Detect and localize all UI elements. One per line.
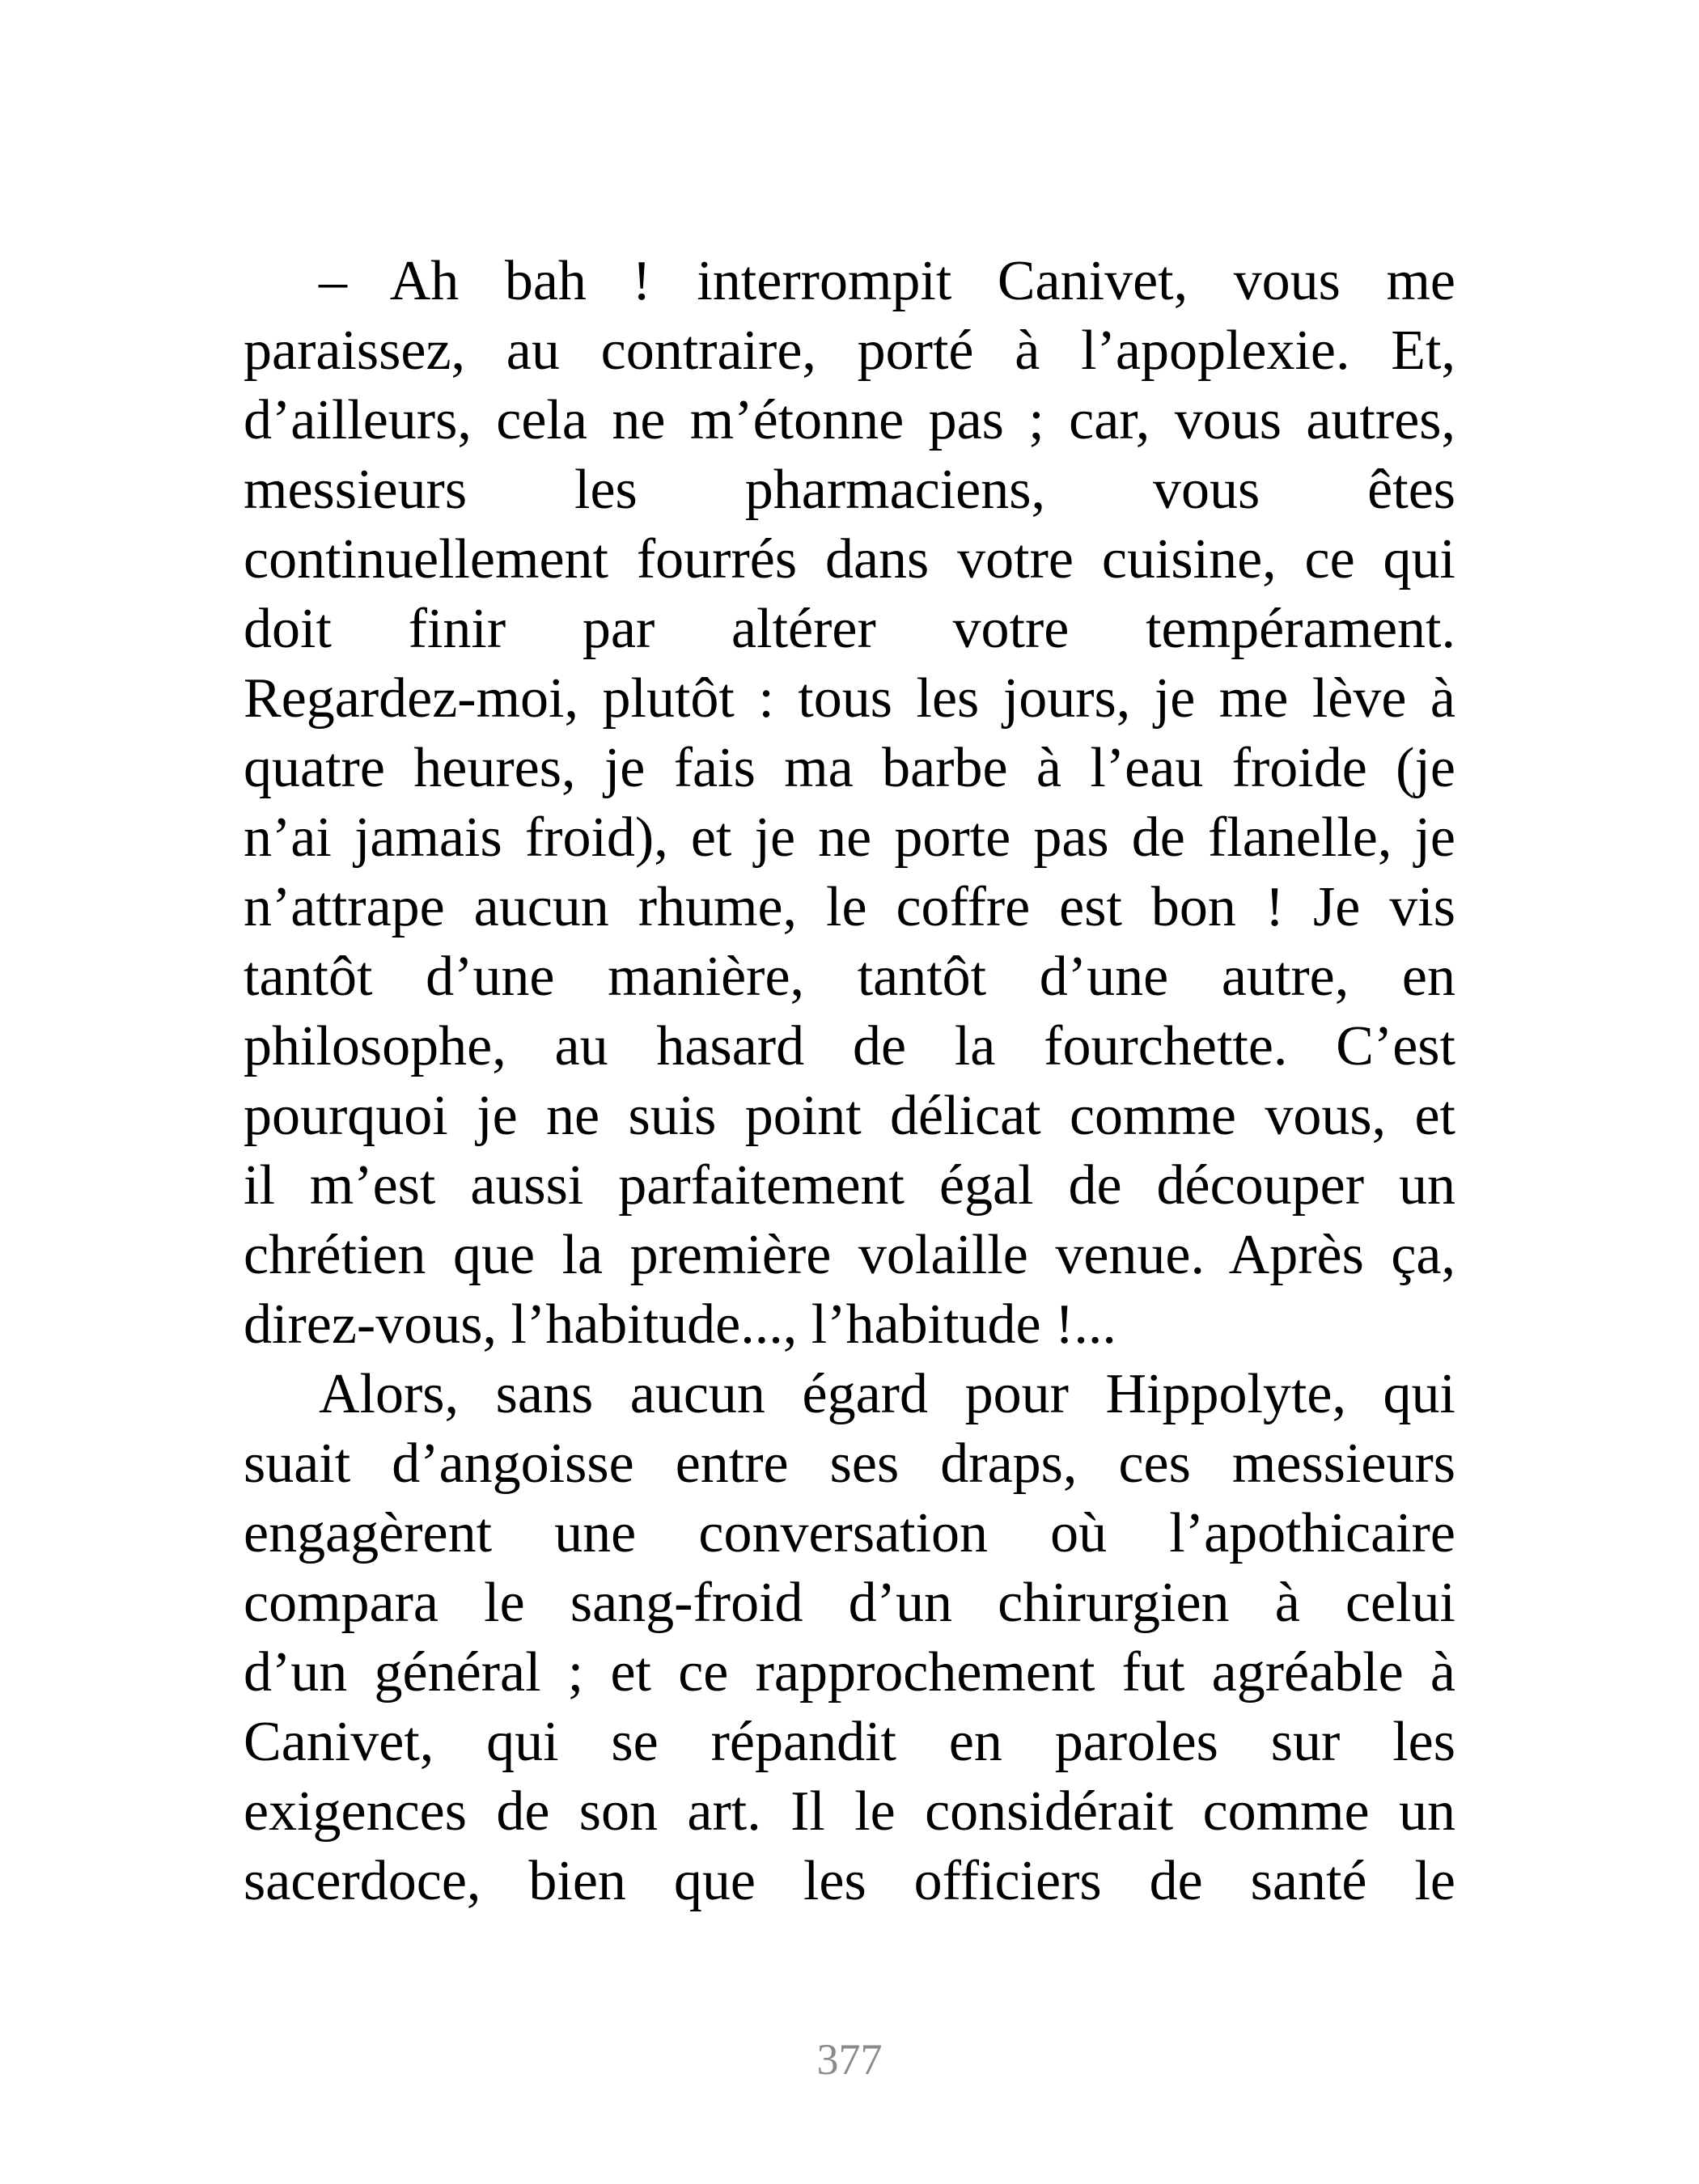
text-line: Alors, sans aucun égard pour Hippolyte, … — [319, 1363, 1455, 1425]
text-line: – Ah bah ! interrompit Canivet, vous me — [319, 250, 1455, 312]
text-line: n’ai jamais froid), et je ne porte pas d… — [244, 806, 1455, 869]
text-line: exigences de son art. Il le considérait … — [244, 1780, 1455, 1843]
text-line: Regardez-moi, plutôt : tous les jours, j… — [244, 667, 1455, 730]
text-line: direz-vous, l’habitude..., l’habitude !.… — [244, 1293, 1116, 1356]
text-line: engagèrent une conversation où l’apothic… — [244, 1502, 1455, 1564]
text-line: d’ailleurs, cela ne m’étonne pas ; car, … — [244, 389, 1455, 451]
text-line: messieurs les pharmaciens, vous êtes — [244, 459, 1455, 521]
text-line: chrétien que la première volaille venue.… — [244, 1224, 1455, 1286]
text-line: paraissez, au contraire, porté à l’apopl… — [244, 320, 1455, 382]
text-line: quatre heures, je fais ma barbe à l’eau … — [244, 737, 1455, 799]
text-line: compara le sang-froid d’un chirurgien à … — [244, 1572, 1455, 1634]
page-number: 377 — [816, 2035, 883, 2084]
text-line: suait d’angoisse entre ses draps, ces me… — [244, 1433, 1455, 1495]
text-line: pourquoi je ne suis point délicat comme … — [244, 1085, 1455, 1147]
text-line: tantôt d’une manière, tantôt d’une autre… — [244, 946, 1455, 1008]
text-line: sacerdoce, bien que les officiers de san… — [244, 1850, 1455, 1912]
body-text: – Ah bah ! interrompit Canivet, vous me … — [244, 247, 1455, 1916]
text-line: il m’est aussi parfaitement égal de déco… — [244, 1154, 1455, 1217]
text-line: Canivet, qui se répandit en paroles sur … — [244, 1711, 1455, 1773]
text-line: continuellement fourrés dans votre cuisi… — [244, 528, 1455, 590]
paragraph-1: – Ah bah ! interrompit Canivet, vous me … — [244, 247, 1455, 1360]
book-page: – Ah bah ! interrompit Canivet, vous me … — [0, 0, 1699, 2184]
paragraph-2: Alors, sans aucun égard pour Hippolyte, … — [244, 1360, 1455, 1916]
text-line: n’attrape aucun rhume, le coffre est bon… — [244, 876, 1455, 938]
text-line: d’un général ; et ce rapprochement fut a… — [244, 1641, 1455, 1704]
text-line: doit finir par altérer votre tempérament… — [244, 598, 1455, 660]
text-line: philosophe, au hasard de la fourchette. … — [244, 1015, 1455, 1077]
